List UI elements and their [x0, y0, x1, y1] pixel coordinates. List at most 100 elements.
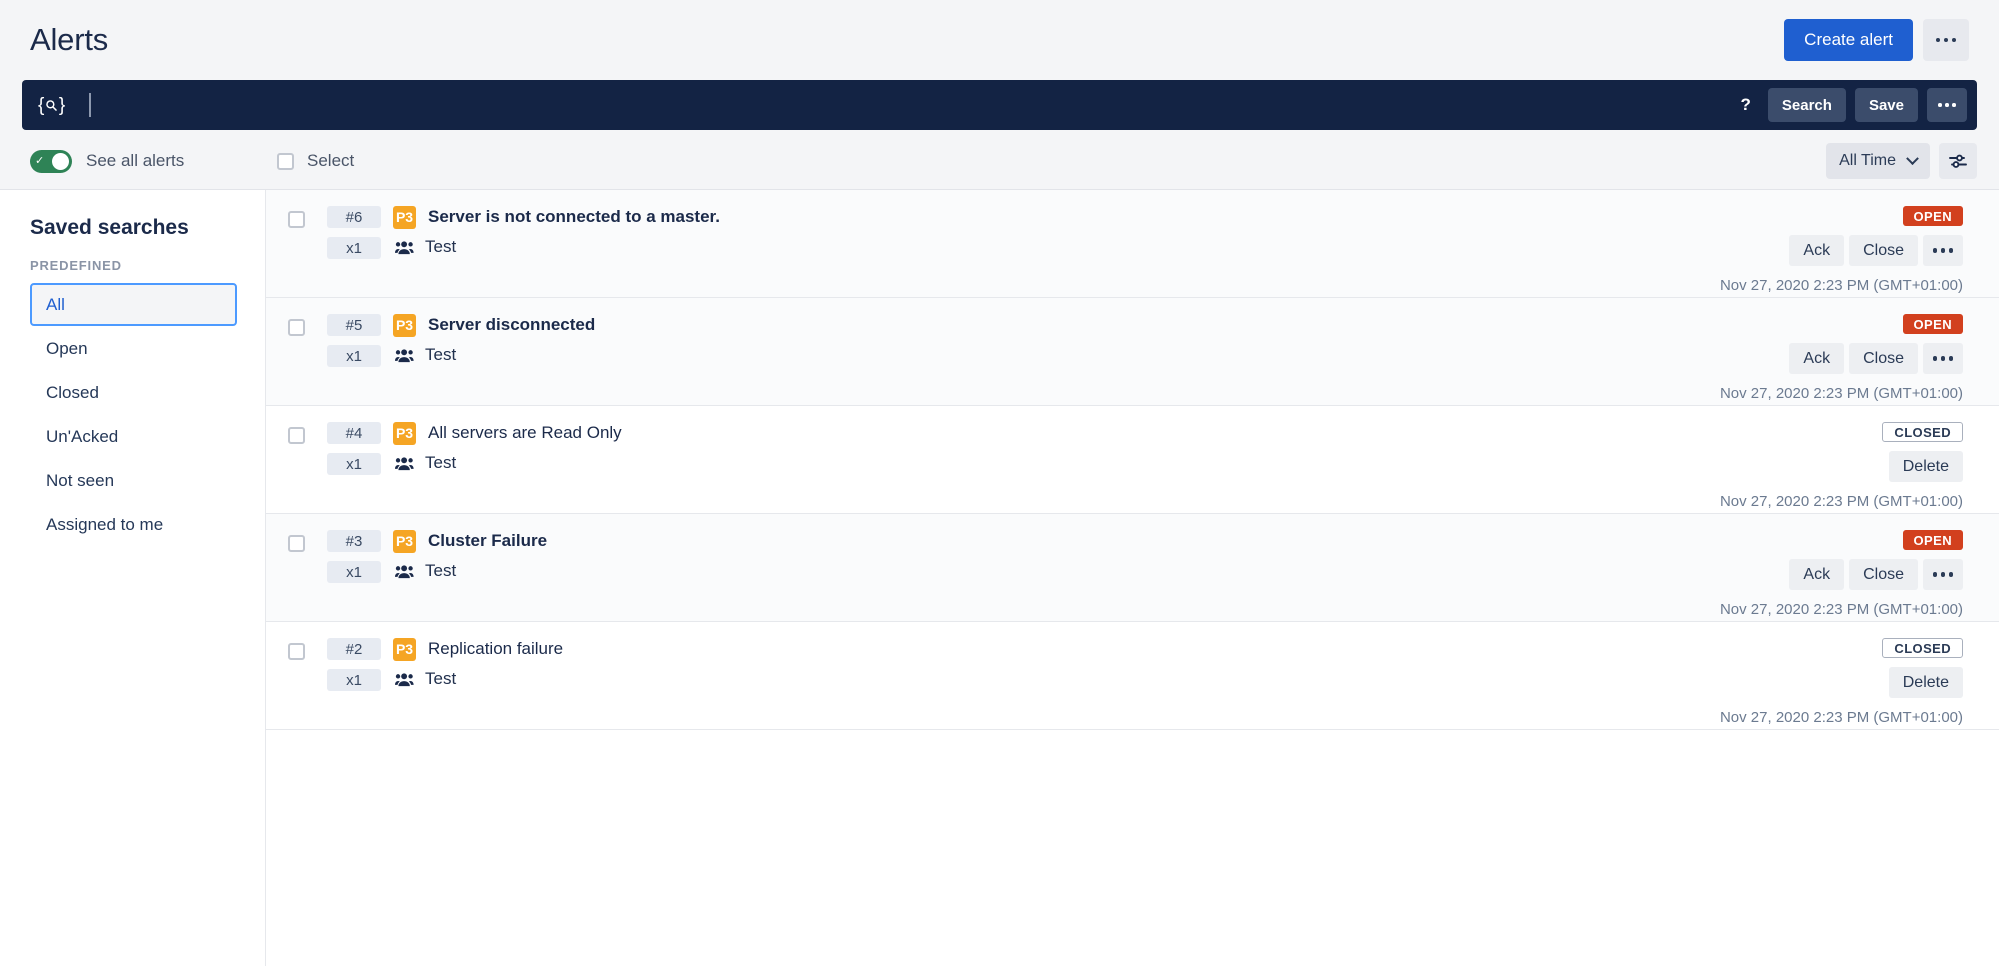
filter-settings-button[interactable] — [1939, 143, 1977, 179]
status-badge: OPEN — [1902, 206, 1963, 226]
sidebar-item-closed[interactable]: Closed — [30, 371, 237, 414]
alert-row-right: OPEN Ack Close Nov 27, 2020 2:23 PM (GMT+… — [1720, 206, 1963, 294]
select-all-group: Select — [277, 151, 354, 171]
alert-timestamp: Nov 27, 2020 2:23 PM (GMT+01:00) — [1719, 385, 1963, 402]
alert-row-badges: #5 x1 — [327, 314, 381, 367]
alert-row-right: CLOSED Delete Nov 27, 2020 2:23 PM (GMT+… — [1720, 638, 1963, 726]
alert-row-checkbox[interactable] — [288, 211, 305, 228]
delete-button[interactable]: Delete — [1888, 451, 1963, 482]
alert-row-badges: #3 x1 — [327, 530, 381, 583]
alert-row[interactable]: #4 x1 P3 All servers are Read Only Test — [266, 406, 1999, 514]
sidebar-item-label: All — [46, 294, 65, 314]
alert-row-actions: Delete — [1888, 667, 1963, 698]
alert-count-badge: x1 — [327, 345, 381, 367]
ack-button[interactable]: Ack — [1789, 559, 1845, 590]
header-more-button[interactable] — [1923, 19, 1969, 61]
search-bar: {} ? Search Save — [22, 80, 1977, 130]
sidebar-item-open[interactable]: Open — [30, 327, 237, 370]
priority-badge: P3 — [393, 421, 416, 445]
close-button[interactable]: Close — [1849, 559, 1918, 590]
alert-row-actions: Ack Close — [1789, 559, 1963, 590]
alert-team-name: Test — [425, 453, 457, 472]
alert-team-name: Test — [425, 669, 457, 688]
alert-row-right: OPEN Ack Close Nov 27, 2020 2:23 PM (GMT+… — [1720, 530, 1963, 618]
alert-row-checkbox[interactable] — [288, 643, 305, 660]
alert-id-badge: #3 — [327, 530, 381, 552]
search-input[interactable] — [90, 96, 1723, 114]
search-help-button[interactable]: ? — [1733, 95, 1759, 115]
sidebar-item-assigned-to-me[interactable]: Assigned to me — [30, 503, 237, 546]
priority-badge: P3 — [393, 529, 416, 553]
sidebar-item-label: Un'Acked — [46, 426, 119, 446]
alert-row-actions: Ack Close — [1789, 343, 1963, 374]
search-more-button[interactable] — [1927, 88, 1967, 122]
ellipsis-icon — [1935, 37, 1957, 43]
close-button[interactable]: Close — [1849, 343, 1918, 374]
alert-row-badges: #6 x1 — [327, 206, 381, 259]
time-filter-value: All Time — [1839, 152, 1896, 169]
toggle-knob — [52, 152, 69, 170]
sidebar-section-label: PREDEFINED — [30, 258, 122, 273]
ack-button[interactable]: Ack — [1789, 343, 1845, 374]
check-icon: ✓ — [35, 154, 45, 167]
select-all-label: Select — [307, 151, 355, 170]
alert-more-button[interactable] — [1923, 343, 1963, 374]
alert-row-checkbox[interactable] — [288, 319, 305, 336]
search-button[interactable]: Search — [1767, 88, 1846, 122]
delete-button[interactable]: Delete — [1888, 667, 1963, 698]
alert-id-badge: #2 — [327, 638, 381, 660]
alert-row[interactable]: #2 x1 P3 Replication failure Test CLOSED… — [266, 622, 1999, 730]
close-button[interactable]: Close — [1849, 235, 1918, 266]
see-all-alerts-label: See all alerts — [86, 151, 185, 170]
alert-title: Replication failure — [428, 639, 564, 658]
alert-team-name: Test — [425, 561, 457, 580]
save-search-button[interactable]: Save — [1854, 88, 1918, 122]
alert-row-badges: #4 x1 — [327, 422, 381, 475]
alert-title: Server disconnected — [428, 315, 596, 334]
select-all-checkbox[interactable] — [277, 152, 294, 170]
ack-button[interactable]: Ack — [1789, 235, 1845, 266]
see-all-alerts-toggle[interactable]: ✓ — [30, 149, 72, 173]
alert-team-name: Test — [425, 237, 457, 256]
search-input-zone[interactable] — [75, 93, 1723, 117]
time-filter-select[interactable]: All Time — [1826, 143, 1930, 179]
alert-count-badge: x1 — [327, 561, 381, 583]
alert-count-badge: x1 — [327, 669, 381, 691]
alert-id-badge: #5 — [327, 314, 381, 336]
ellipsis-icon — [1932, 356, 1954, 361]
toolbar-right: All Time — [1826, 143, 1977, 179]
priority-badge: P3 — [393, 205, 416, 229]
ellipsis-icon — [1932, 572, 1954, 577]
create-alert-button[interactable]: Create alert — [1784, 19, 1913, 61]
alert-row[interactable]: #5 x1 P3 Server disconnected Test OPEN A… — [266, 298, 1999, 406]
sidebar-item-not-seen[interactable]: Not seen — [30, 459, 237, 502]
alerts-list: #6 x1 P3 Server is not connected to a ma… — [265, 190, 1999, 966]
alert-row-checkbox[interactable] — [288, 535, 305, 552]
page-title: Alerts — [30, 22, 109, 57]
alert-more-button[interactable] — [1923, 235, 1963, 266]
alert-id-badge: #6 — [327, 206, 381, 228]
alert-timestamp: Nov 27, 2020 2:23 PM (GMT+01:00) — [1719, 493, 1963, 510]
search-bar-wrap: {} ? Search Save — [0, 80, 1999, 130]
saved-searches-sidebar: Saved searches PREDEFINED All Open Close… — [0, 190, 265, 966]
alert-row-right: OPEN Ack Close Nov 27, 2020 2:23 PM (GMT+… — [1720, 314, 1963, 402]
priority-badge: P3 — [393, 637, 416, 661]
page-body: Saved searches PREDEFINED All Open Close… — [0, 190, 1999, 966]
page-header: Alerts Create alert — [0, 0, 1999, 80]
alert-row-actions: Ack Close — [1789, 235, 1963, 266]
alert-row-actions: Delete — [1888, 451, 1963, 482]
sidebar-title: Saved searches — [30, 216, 189, 239]
sidebar-item-all[interactable]: All — [30, 283, 237, 326]
alert-row-badges: #2 x1 — [327, 638, 381, 691]
alert-timestamp: Nov 27, 2020 2:23 PM (GMT+01:00) — [1719, 709, 1963, 726]
search-controls: ? Search Save — [1733, 88, 1967, 122]
alert-more-button[interactable] — [1923, 559, 1963, 590]
alert-timestamp: Nov 27, 2020 2:23 PM (GMT+01:00) — [1719, 277, 1963, 294]
alert-row[interactable]: #3 x1 P3 Cluster Failure Test OPEN Ack C… — [266, 514, 1999, 622]
ellipsis-icon — [1932, 248, 1954, 253]
sidebar-item-unacked[interactable]: Un'Acked — [30, 415, 237, 458]
alert-row-checkbox[interactable] — [288, 427, 305, 444]
status-badge: OPEN — [1902, 530, 1963, 550]
alert-row[interactable]: #6 x1 P3 Server is not connected to a ma… — [266, 190, 1999, 298]
alert-row-right: CLOSED Delete Nov 27, 2020 2:23 PM (GMT+… — [1720, 422, 1963, 510]
